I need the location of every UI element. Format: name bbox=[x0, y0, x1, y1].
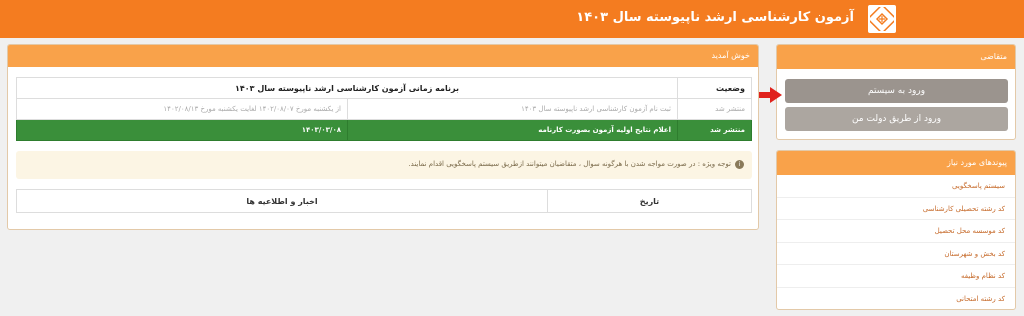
link-exam-field-code[interactable]: کد رشته امتحانی bbox=[777, 288, 1015, 311]
status-header: وضعیت bbox=[677, 77, 752, 99]
link-support-system[interactable]: سیستم پاسخگویی bbox=[777, 175, 1015, 198]
table-row: وضعیت برنامه زمانی آزمون کارشناسی ارشد ن… bbox=[16, 77, 752, 99]
status-cell: منتشر شد bbox=[677, 119, 752, 141]
dolat-man-login-button[interactable]: ورود از طریق دولت من bbox=[785, 107, 1008, 131]
link-district-code[interactable]: کد بخش و شهرستان bbox=[777, 243, 1015, 265]
welcome-panel-title: خوش آمدید bbox=[8, 45, 758, 67]
login-button[interactable]: ورود به سیستم bbox=[785, 79, 1008, 103]
links-panel: پیوندهای مورد نیاز سیستم پاسخگویی کد رشت… bbox=[776, 150, 1016, 310]
event-date-cell: ۱۴۰۳/۰۳/۰۸ bbox=[16, 119, 348, 141]
logo-icon bbox=[870, 7, 894, 31]
table-row: منتشر شد ثبت نام آزمون کارشناسی ارشد ناپ… bbox=[16, 98, 752, 120]
info-icon: i bbox=[735, 160, 744, 169]
link-military-service-code[interactable]: کد نظام وظیفه bbox=[777, 265, 1015, 288]
site-logo[interactable] bbox=[868, 5, 896, 33]
link-institution-code[interactable]: کد موسسه محل تحصیل bbox=[777, 220, 1015, 243]
status-cell: منتشر شد bbox=[677, 98, 752, 120]
schedule-table: وضعیت برنامه زمانی آزمون کارشناسی ارشد ن… bbox=[16, 77, 752, 141]
event-title-cell: اعلام نتایج اولیه آزمون بصورت کارنامه bbox=[347, 119, 678, 141]
table-row: منتشر شد اعلام نتایج اولیه آزمون بصورت ک… bbox=[16, 119, 752, 141]
top-header: آزمون کارشناسی ارشد ناپیوسته سال ۱۴۰۳ bbox=[0, 0, 1024, 38]
news-table: تاریخ اخبار و اطلاعیه ها bbox=[16, 189, 752, 213]
site-title: آزمون کارشناسی ارشد ناپیوسته سال ۱۴۰۳ bbox=[576, 10, 854, 25]
notice-text: توجه ویژه : در صورت مواجه شدن با هرگونه … bbox=[408, 160, 731, 168]
event-date-cell: از یکشنبه مورخ ۱۴۰۲/۰۸/۰۷ لغایت یکشنبه م… bbox=[16, 98, 348, 120]
news-title-header: اخبار و اطلاعیه ها bbox=[16, 189, 548, 213]
welcome-panel: خوش آمدید وضعیت برنامه زمانی آزمون کارشن… bbox=[7, 44, 759, 230]
news-date-header: تاریخ bbox=[547, 189, 752, 213]
event-title-cell: ثبت نام آزمون کارشناسی ارشد ناپیوسته سال… bbox=[347, 98, 678, 120]
applicant-panel: متقاضی ورود به سیستم ورود از طریق دولت م… bbox=[776, 44, 1016, 140]
links-panel-title: پیوندهای مورد نیاز bbox=[777, 151, 1015, 175]
applicant-panel-title: متقاضی bbox=[777, 45, 1015, 69]
schedule-title: برنامه زمانی آزمون کارشناسی ارشد ناپیوست… bbox=[16, 77, 678, 99]
link-bachelor-field-code[interactable]: کد رشته تحصیلی کارشناسی bbox=[777, 198, 1015, 220]
table-row: تاریخ اخبار و اطلاعیه ها bbox=[16, 189, 752, 213]
notice-box: i توجه ویژه : در صورت مواجه شدن با هرگون… bbox=[16, 151, 752, 179]
